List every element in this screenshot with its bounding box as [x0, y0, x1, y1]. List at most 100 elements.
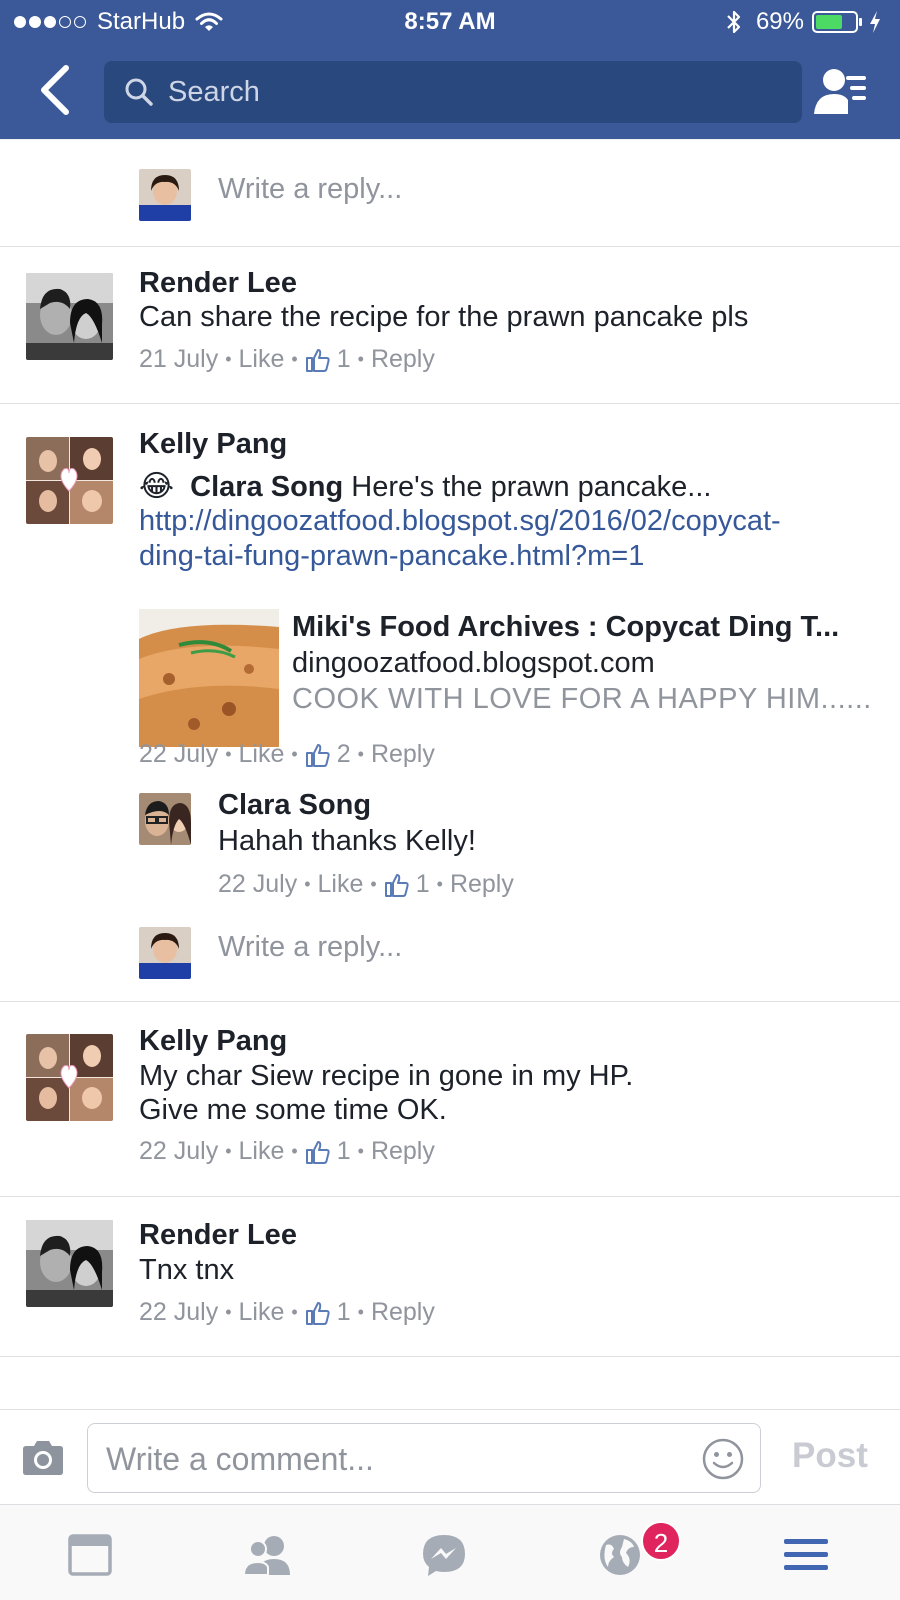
divider — [0, 1196, 900, 1197]
commenter-name[interactable]: Render Lee — [139, 267, 297, 300]
thumbs-up-icon — [384, 872, 410, 898]
thumbs-up-icon — [305, 347, 331, 373]
reply-button[interactable]: Reply — [371, 1137, 435, 1166]
messenger-icon — [423, 1535, 465, 1576]
menu-icon — [784, 1539, 828, 1570]
battery-icon — [812, 11, 862, 33]
tab-notifications[interactable] — [598, 1533, 646, 1577]
comment-text-line-1: My char Siew recipe in gone in my HP. — [139, 1060, 634, 1092]
search-icon — [125, 78, 153, 106]
comment-text: 😂 Clara Song Here's the prawn pancake... — [139, 469, 711, 505]
laughing-emoji-icon: 😂 — [139, 470, 175, 503]
globe-icon — [600, 1535, 640, 1575]
notifications-badge: 2 — [641, 1521, 681, 1561]
comment-text: Tnx tnx — [139, 1254, 235, 1286]
reply-author-name[interactable]: Clara Song — [218, 789, 371, 822]
like-button[interactable]: Like — [318, 870, 364, 899]
comment-text: Can share the recipe for the prawn panca… — [139, 301, 749, 333]
reply-button[interactable]: Reply — [371, 345, 435, 374]
friend-requests-button[interactable] — [814, 66, 870, 118]
like-count[interactable]: 1 — [337, 345, 351, 374]
reply-meta: 22 July • Like • 1 • Reply — [218, 870, 514, 899]
comment-composer: Post — [0, 1409, 900, 1504]
like-count[interactable]: 1 — [337, 1298, 351, 1327]
write-reply-input[interactable]: Write a reply... — [218, 931, 402, 964]
camera-icon — [23, 1441, 63, 1475]
charging-bolt-icon — [870, 11, 880, 33]
chevron-left-icon — [41, 65, 69, 115]
search-placeholder: Search — [168, 75, 260, 108]
like-button[interactable]: Like — [239, 740, 285, 769]
comment-date[interactable]: 21 July — [139, 345, 218, 374]
commenter-avatar[interactable] — [26, 437, 113, 524]
divider — [0, 246, 900, 247]
divider — [0, 1001, 900, 1002]
comment-date[interactable]: 22 July — [139, 740, 218, 769]
search-bar[interactable]: Search — [104, 61, 802, 123]
like-button[interactable]: Like — [239, 345, 285, 374]
divider — [0, 1356, 900, 1357]
link-preview-thumbnail[interactable] — [139, 609, 279, 747]
comment-text-line-2: Give me some time OK. — [139, 1094, 447, 1126]
reply-button[interactable]: Reply — [371, 1298, 435, 1327]
back-button[interactable] — [36, 62, 76, 118]
commenter-avatar[interactable] — [26, 1220, 113, 1307]
current-user-avatar — [139, 169, 191, 221]
camera-button[interactable] — [20, 1440, 66, 1476]
like-count[interactable]: 1 — [416, 870, 430, 899]
like-button[interactable]: Like — [239, 1298, 285, 1327]
link-preview-description: COOK WITH LOVE FOR A HAPPY HIM...... — [292, 683, 872, 715]
link-preview-title[interactable]: Miki's Food Archives : Copycat Ding T... — [292, 611, 839, 644]
reply-text: Hahah thanks Kelly! — [218, 825, 476, 857]
like-count[interactable]: 1 — [337, 1137, 351, 1166]
top-bar: StarHub 8:57 AM 69% Search — [0, 0, 900, 139]
comment-url-line-2[interactable]: ding-tai-fung-prawn-pancake.html?m=1 — [139, 539, 644, 574]
comment-input[interactable] — [106, 1438, 666, 1480]
comment-meta: 22 July • Like • 1 • Reply — [139, 1137, 435, 1166]
tab-news-feed[interactable] — [66, 1533, 114, 1577]
comment-date[interactable]: 22 July — [139, 1298, 218, 1327]
friend-requests-icon — [814, 69, 866, 114]
like-count[interactable]: 2 — [337, 740, 351, 769]
comment-date[interactable]: 22 July — [139, 1137, 218, 1166]
comment-input-box[interactable] — [87, 1423, 761, 1493]
comment-url-line-1[interactable]: http://dingoozatfood.blogspot.sg/2016/02… — [139, 504, 781, 539]
current-user-avatar — [139, 927, 191, 979]
comment-date[interactable]: 22 July — [218, 870, 297, 899]
tab-messenger[interactable] — [420, 1533, 468, 1577]
comment-body: Here's the prawn pancake... — [343, 471, 712, 503]
commenter-name[interactable]: Render Lee — [139, 1219, 297, 1252]
post-button[interactable]: Post — [792, 1436, 868, 1476]
battery-percent: 69% — [755, 8, 804, 35]
status-bar: StarHub 8:57 AM 69% — [0, 0, 900, 44]
comment-meta: 21 July • Like • 1 • Reply — [139, 345, 435, 374]
comment-meta: 22 July • Like • 1 • Reply — [139, 1298, 435, 1327]
commenter-avatar[interactable] — [26, 1034, 113, 1121]
divider — [0, 403, 900, 404]
divider — [0, 139, 900, 140]
smiley-icon — [702, 1438, 744, 1480]
bluetooth-icon — [727, 10, 741, 34]
nav-bar: Search — [0, 44, 900, 139]
friends-icon — [242, 1536, 290, 1576]
tab-menu[interactable] — [782, 1533, 830, 1577]
news-feed-icon — [68, 1534, 112, 1576]
thumbs-up-icon — [305, 1300, 331, 1326]
commenter-name[interactable]: Kelly Pang — [139, 1025, 287, 1058]
emoji-button[interactable] — [702, 1438, 744, 1480]
comment-meta: 22 July • Like • 2 • Reply — [139, 740, 435, 769]
thumbs-up-icon — [305, 742, 331, 768]
thumbs-up-icon — [305, 1139, 331, 1165]
like-button[interactable]: Like — [239, 1137, 285, 1166]
write-reply-input[interactable]: Write a reply... — [218, 173, 402, 206]
tab-bar: 2 — [0, 1504, 900, 1600]
reply-author-avatar[interactable] — [139, 793, 191, 845]
mention-link[interactable]: Clara Song — [190, 471, 343, 503]
tab-friend-requests[interactable] — [242, 1533, 290, 1577]
reply-button[interactable]: Reply — [371, 740, 435, 769]
reply-button[interactable]: Reply — [450, 870, 514, 899]
commenter-name[interactable]: Kelly Pang — [139, 428, 287, 461]
commenter-avatar[interactable] — [26, 273, 113, 360]
comments-feed[interactable]: Write a reply... Render Lee Can share th… — [0, 139, 900, 1409]
link-preview-domain: dingoozatfood.blogspot.com — [292, 647, 655, 679]
